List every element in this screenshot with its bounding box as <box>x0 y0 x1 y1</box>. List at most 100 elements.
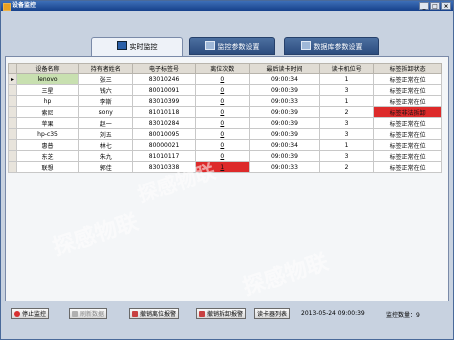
table-row[interactable]: hp-c35 刘五 80010095 0 09:00:39 3 标签正常在位 <box>8 128 442 140</box>
table-cell: 1 <box>319 139 375 151</box>
title-bar: 设备监控 _ □ × <box>1 1 453 11</box>
tab-database-settings[interactable]: 数据库参数设置 <box>284 37 379 55</box>
table-cell: 0 <box>194 73 250 85</box>
table-cell: 标签正常在位 <box>373 84 442 96</box>
table-cell: 3 <box>319 117 375 129</box>
table-cell: 0 <box>194 117 250 129</box>
tab-monitor-settings[interactable]: 监控参数设置 <box>189 37 275 55</box>
column-header[interactable]: 标签拆卸状态 <box>373 63 442 74</box>
offposition-count: 0 <box>220 141 225 149</box>
table-cell: 林七 <box>78 139 134 151</box>
tab-realtime-monitor[interactable]: 实时监控 <box>91 37 183 57</box>
row-indicator[interactable] <box>8 161 17 173</box>
table-cell: hp <box>15 95 80 107</box>
watermark: 探感物联 <box>50 209 142 261</box>
button-label: 刷新数据 <box>80 311 105 318</box>
table-cell: 1 <box>194 161 250 173</box>
row-indicator[interactable] <box>8 95 17 107</box>
column-header[interactable]: 持有者姓名 <box>78 63 134 74</box>
table-row[interactable]: ▸ lenovo 张三 83010246 0 09:00:34 1 标签正常在位 <box>8 73 442 85</box>
table-cell: 标签正常在位 <box>373 117 442 129</box>
offposition-count: 0 <box>220 130 225 138</box>
offposition-count: 0 <box>220 75 225 83</box>
offposition-count: 0 <box>220 108 225 116</box>
table-cell: 索尼 <box>15 106 80 118</box>
main-window: 设备监控 _ □ × 实时监控 监控参数设置 数据库参数设置 设备名称 持有者姓… <box>0 0 454 340</box>
offposition-count: 0 <box>220 152 225 160</box>
close-button[interactable]: × <box>441 2 451 10</box>
offposition-count: 0 <box>220 97 225 105</box>
column-header[interactable]: 电子标签号 <box>132 63 196 74</box>
table-cell: 83010284 <box>132 117 196 129</box>
table-cell: 郭佳 <box>78 161 134 173</box>
table-cell: 标签正常在位 <box>373 73 442 85</box>
table-cell: 2 <box>319 161 375 173</box>
column-header[interactable]: 离位次数 <box>194 63 250 74</box>
refresh-icon <box>72 311 78 317</box>
row-indicator[interactable] <box>8 150 17 162</box>
offposition-count: 0 <box>220 86 225 94</box>
refresh-data-button[interactable]: 刷新数据 <box>69 308 108 319</box>
row-indicator[interactable] <box>8 139 17 151</box>
button-label: 读卡器列表 <box>257 311 288 318</box>
table-cell: 李斯 <box>78 95 134 107</box>
column-header[interactable]: 读卡机位号 <box>319 63 375 74</box>
table-cell: 标签非法拆卸 <box>373 106 442 118</box>
table-cell: 80010091 <box>132 84 196 96</box>
column-header[interactable]: 最后读卡时间 <box>248 63 321 74</box>
maximize-button[interactable]: □ <box>430 2 440 10</box>
minimize-button[interactable]: _ <box>419 2 429 10</box>
table-cell: 标签正常在位 <box>373 161 442 173</box>
cancel-removal-alarm-button[interactable]: 撤销拆卸报警 <box>196 308 247 319</box>
table-row[interactable]: 惠普 林七 80000021 0 09:00:34 1 标签正常在位 <box>8 139 442 151</box>
device-table: 设备名称 持有者姓名 电子标签号 离位次数 最后读卡时间 读卡机位号 标签拆卸状… <box>8 63 442 173</box>
table-cell: 0 <box>194 106 250 118</box>
row-indicator[interactable]: ▸ <box>8 73 17 85</box>
alarm-icon <box>132 311 138 317</box>
settings-icon <box>204 41 215 50</box>
table-header-row: 设备名称 持有者姓名 电子标签号 离位次数 最后读卡时间 读卡机位号 标签拆卸状… <box>8 63 442 74</box>
monitor-count: 监控数量：9 <box>386 312 420 319</box>
table-row[interactable]: 东芝 朱九 81010117 0 09:00:39 3 标签正常在位 <box>8 150 442 162</box>
table-cell: 80010095 <box>132 128 196 140</box>
reader-list-button[interactable]: 读卡器列表 <box>254 308 291 319</box>
tab-label: 数据库参数设置 <box>313 43 363 51</box>
row-indicator[interactable] <box>8 117 17 129</box>
column-header[interactable]: 设备名称 <box>15 63 80 74</box>
table-cell: 2 <box>319 106 375 118</box>
button-label: 停止监控 <box>22 311 47 318</box>
monitor-icon <box>116 41 127 50</box>
table-cell: 81010117 <box>132 150 196 162</box>
table-row[interactable]: 三星 钱六 80010091 0 09:00:39 3 标签正常在位 <box>8 84 442 96</box>
row-indicator[interactable] <box>8 128 17 140</box>
table-cell: 苹果 <box>15 117 80 129</box>
stop-monitor-button[interactable]: 停止监控 <box>11 308 50 319</box>
table-row[interactable]: 苹果 赵一 83010284 0 09:00:39 3 标签正常在位 <box>8 117 442 129</box>
table-row[interactable]: 联想 郭佳 83010338 1 09:00:33 2 标签正常在位 <box>8 161 442 173</box>
tab-label: 监控参数设置 <box>217 43 260 51</box>
tab-label: 实时监控 <box>129 43 158 51</box>
table-cell: 83010246 <box>132 73 196 85</box>
row-indicator[interactable] <box>8 106 17 118</box>
table-row[interactable]: 索尼 sony 81010118 0 09:00:39 2 标签非法拆卸 <box>8 106 442 118</box>
table-cell: 09:00:39 <box>248 106 321 118</box>
table-cell: 赵一 <box>78 117 134 129</box>
offposition-count: 1 <box>220 163 225 171</box>
table-cell: 1 <box>319 95 375 107</box>
row-indicator[interactable] <box>8 84 17 96</box>
table-cell: 09:00:39 <box>248 84 321 96</box>
table-cell: 09:00:39 <box>248 117 321 129</box>
table-cell: 0 <box>194 128 250 140</box>
table-cell: 0 <box>194 84 250 96</box>
cancel-offposition-alarm-button[interactable]: 撤销离位报警 <box>129 308 180 319</box>
table-cell: 标签正常在位 <box>373 95 442 107</box>
table-cell: 3 <box>319 84 375 96</box>
table-cell: 0 <box>194 95 250 107</box>
tab-bar: 实时监控 监控参数设置 数据库参数设置 <box>1 37 453 57</box>
database-icon <box>300 41 311 50</box>
row-indicator-header <box>8 63 17 74</box>
button-label: 撤销离位报警 <box>140 311 177 318</box>
table-cell: 0 <box>194 139 250 151</box>
table-row[interactable]: hp 李斯 83010399 0 09:00:33 1 标签正常在位 <box>8 95 442 107</box>
monitor-panel: 设备名称 持有者姓名 电子标签号 离位次数 最后读卡时间 读卡机位号 标签拆卸状… <box>5 56 449 302</box>
